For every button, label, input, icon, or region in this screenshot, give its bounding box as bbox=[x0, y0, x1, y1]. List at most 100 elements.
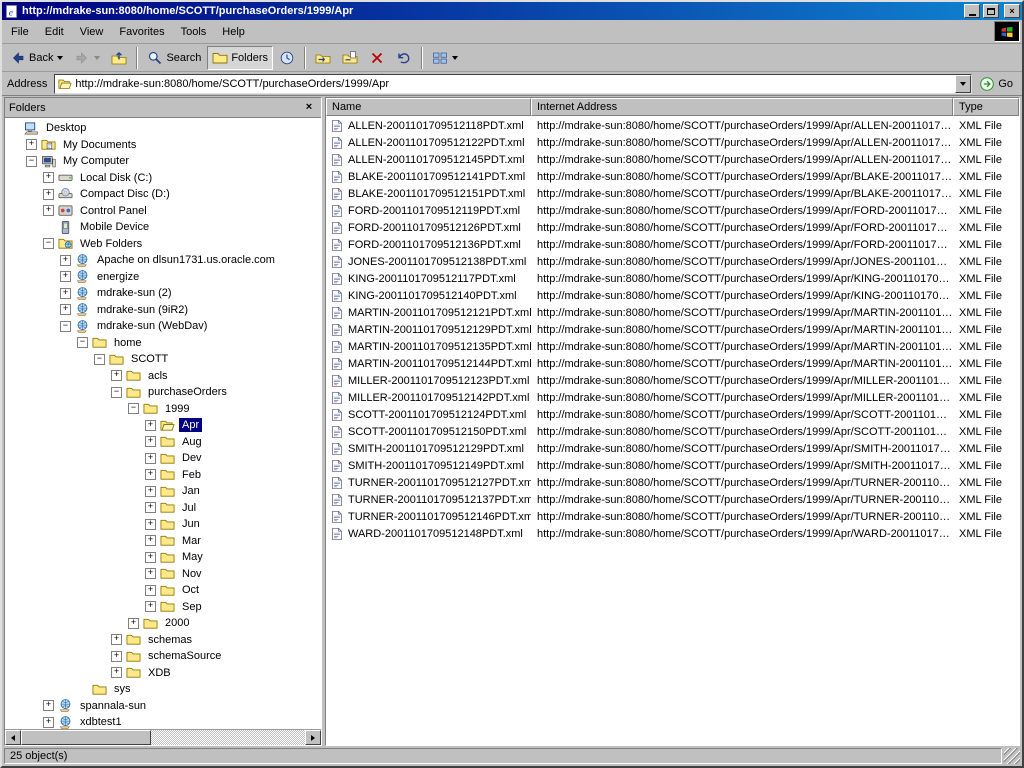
file-row[interactable]: WARD-2001101709512148PDT.xmlhttp://mdrak… bbox=[326, 525, 1019, 542]
file-row[interactable]: MARTIN-2001101709512129PDT.xmlhttp://mdr… bbox=[326, 321, 1019, 338]
tree-item-my-computer[interactable]: −My Computer bbox=[5, 153, 321, 170]
file-row[interactable]: ALLEN-2001101709512122PDT.xmlhttp://mdra… bbox=[326, 134, 1019, 151]
tree-item-nov[interactable]: +Nov bbox=[5, 566, 321, 583]
expand-icon[interactable]: + bbox=[145, 436, 156, 447]
file-row[interactable]: SCOTT-2001101709512124PDT.xmlhttp://mdra… bbox=[326, 406, 1019, 423]
scrollbar-thumb[interactable] bbox=[21, 730, 151, 745]
file-row[interactable]: BLAKE-2001101709512141PDT.xmlhttp://mdra… bbox=[326, 168, 1019, 185]
tree-item-compact-disc-d[interactable]: +Compact Disc (D:) bbox=[5, 186, 321, 203]
resize-grip[interactable] bbox=[1004, 748, 1020, 764]
tree-item-mdrake-sun-webdav[interactable]: −mdrake-sun (WebDav) bbox=[5, 318, 321, 335]
views-dropdown-icon[interactable] bbox=[452, 56, 458, 60]
tree-item-oct[interactable]: +Oct bbox=[5, 582, 321, 599]
file-row[interactable]: MILLER-2001101709512123PDT.xmlhttp://mdr… bbox=[326, 372, 1019, 389]
menu-favorites[interactable]: Favorites bbox=[111, 23, 172, 41]
collapse-icon[interactable]: − bbox=[60, 321, 71, 332]
file-row[interactable]: FORD-2001101709512119PDT.xmlhttp://mdrak… bbox=[326, 202, 1019, 219]
tree-item-desktop[interactable]: Desktop bbox=[5, 120, 321, 137]
tree-item-sys[interactable]: sys bbox=[5, 681, 321, 698]
file-row[interactable]: JONES-2001101709512138PDT.xmlhttp://mdra… bbox=[326, 253, 1019, 270]
folders-pane-close-icon[interactable]: × bbox=[301, 101, 317, 115]
column-header-type[interactable]: Type bbox=[953, 98, 1019, 116]
search-button[interactable]: Search bbox=[142, 46, 206, 70]
folders-button[interactable]: Folders bbox=[207, 46, 273, 70]
file-row[interactable]: ALLEN-2001101709512118PDT.xmlhttp://mdra… bbox=[326, 117, 1019, 134]
expand-icon[interactable]: + bbox=[111, 651, 122, 662]
expand-icon[interactable]: + bbox=[111, 634, 122, 645]
tree-item-may[interactable]: +May bbox=[5, 549, 321, 566]
tree-item-jan[interactable]: +Jan bbox=[5, 483, 321, 500]
tree-item-spannala-sun[interactable]: +spannala-sun bbox=[5, 698, 321, 715]
expand-icon[interactable]: + bbox=[111, 370, 122, 381]
collapse-icon[interactable]: − bbox=[94, 354, 105, 365]
expand-icon[interactable]: + bbox=[111, 667, 122, 678]
tree-item-jul[interactable]: +Jul bbox=[5, 500, 321, 517]
collapse-icon[interactable]: − bbox=[43, 238, 54, 249]
collapse-icon[interactable]: − bbox=[111, 387, 122, 398]
expand-icon[interactable]: + bbox=[43, 205, 54, 216]
forward-dropdown-icon[interactable] bbox=[94, 56, 100, 60]
tree-item-acls[interactable]: +acls bbox=[5, 368, 321, 385]
expand-icon[interactable]: + bbox=[145, 585, 156, 596]
tree-item-mdrake-sun-2[interactable]: +mdrake-sun (2) bbox=[5, 285, 321, 302]
file-row[interactable]: FORD-2001101709512126PDT.xmlhttp://mdrak… bbox=[326, 219, 1019, 236]
file-row[interactable]: MARTIN-2001101709512135PDT.xmlhttp://mdr… bbox=[326, 338, 1019, 355]
minimize-button[interactable] bbox=[964, 4, 980, 18]
expand-icon[interactable]: + bbox=[145, 568, 156, 579]
file-row[interactable]: SMITH-2001101709512149PDT.xmlhttp://mdra… bbox=[326, 457, 1019, 474]
scroll-left-button[interactable] bbox=[5, 730, 21, 745]
file-row[interactable]: MILLER-2001101709512142PDT.xmlhttp://mdr… bbox=[326, 389, 1019, 406]
menu-help[interactable]: Help bbox=[214, 23, 253, 41]
expand-icon[interactable]: + bbox=[43, 700, 54, 711]
menu-file[interactable]: File bbox=[3, 23, 37, 41]
expand-icon[interactable]: + bbox=[60, 304, 71, 315]
tree-item-xdb[interactable]: +XDB bbox=[5, 665, 321, 682]
go-button[interactable]: Go bbox=[977, 74, 1019, 94]
tree-item-aug[interactable]: +Aug bbox=[5, 434, 321, 451]
tree-item-home[interactable]: −home bbox=[5, 335, 321, 352]
forward-button[interactable] bbox=[69, 46, 105, 70]
expand-icon[interactable]: + bbox=[43, 189, 54, 200]
collapse-icon[interactable]: − bbox=[128, 403, 139, 414]
maximize-button[interactable] bbox=[983, 4, 999, 18]
collapse-icon[interactable]: − bbox=[26, 156, 37, 167]
expand-icon[interactable]: + bbox=[145, 453, 156, 464]
tree-item-dev[interactable]: +Dev bbox=[5, 450, 321, 467]
file-row[interactable]: SMITH-2001101709512129PDT.xmlhttp://mdra… bbox=[326, 440, 1019, 457]
file-row[interactable]: FORD-2001101709512136PDT.xmlhttp://mdrak… bbox=[326, 236, 1019, 253]
tree-item-jun[interactable]: +Jun bbox=[5, 516, 321, 533]
up-button[interactable] bbox=[106, 46, 132, 70]
tree-item-schemas[interactable]: +schemas bbox=[5, 632, 321, 649]
copy-to-button[interactable] bbox=[337, 46, 363, 70]
file-row[interactable]: MARTIN-2001101709512121PDT.xmlhttp://mdr… bbox=[326, 304, 1019, 321]
file-row[interactable]: ALLEN-2001101709512145PDT.xmlhttp://mdra… bbox=[326, 151, 1019, 168]
tree-item-apr[interactable]: +Apr bbox=[5, 417, 321, 434]
menu-tools[interactable]: Tools bbox=[173, 23, 215, 41]
expand-icon[interactable]: + bbox=[145, 486, 156, 497]
move-to-button[interactable] bbox=[310, 46, 336, 70]
tree-item-web-folders[interactable]: −Web Folders bbox=[5, 236, 321, 253]
tree-item-purchaseorders[interactable]: −purchaseOrders bbox=[5, 384, 321, 401]
file-row[interactable]: TURNER-2001101709512127PDT.xmlhttp://mdr… bbox=[326, 474, 1019, 491]
file-row[interactable]: MARTIN-2001101709512144PDT.xmlhttp://mdr… bbox=[326, 355, 1019, 372]
tree-item-energize[interactable]: +energize bbox=[5, 269, 321, 286]
back-dropdown-icon[interactable] bbox=[57, 56, 63, 60]
back-button[interactable]: Back bbox=[5, 46, 68, 70]
column-header-name[interactable]: Name bbox=[326, 98, 531, 116]
tree-item-my-documents[interactable]: +My Documents bbox=[5, 137, 321, 154]
close-button[interactable]: × bbox=[1004, 4, 1020, 18]
expand-icon[interactable]: + bbox=[43, 172, 54, 183]
tree-item-mobile-device[interactable]: Mobile Device bbox=[5, 219, 321, 236]
file-row[interactable]: KING-2001101709512117PDT.xmlhttp://mdrak… bbox=[326, 270, 1019, 287]
tree-item-feb[interactable]: +Feb bbox=[5, 467, 321, 484]
expand-icon[interactable]: + bbox=[145, 502, 156, 513]
file-row[interactable]: SCOTT-2001101709512150PDT.xmlhttp://mdra… bbox=[326, 423, 1019, 440]
column-header-internet-address[interactable]: Internet Address bbox=[531, 98, 953, 116]
menu-edit[interactable]: Edit bbox=[37, 23, 72, 41]
tree-item-2000[interactable]: +2000 bbox=[5, 615, 321, 632]
expand-icon[interactable]: + bbox=[43, 717, 54, 728]
expand-icon[interactable]: + bbox=[145, 469, 156, 480]
expand-icon[interactable]: + bbox=[60, 271, 71, 282]
menu-view[interactable]: View bbox=[72, 23, 112, 41]
tree-item-mdrake-sun-9ir2[interactable]: +mdrake-sun (9iR2) bbox=[5, 302, 321, 319]
